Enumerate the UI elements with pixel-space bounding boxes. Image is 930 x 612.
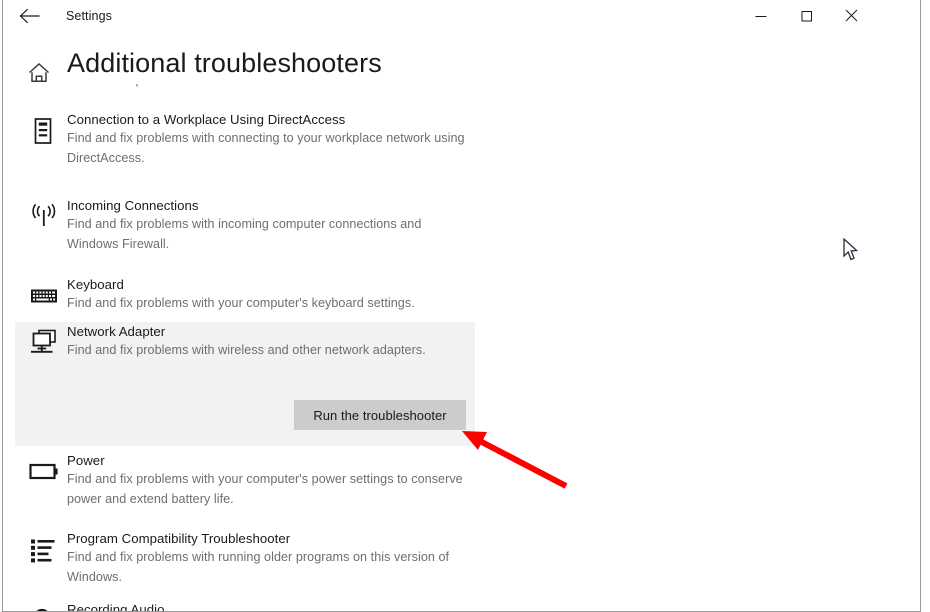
list-item[interactable]: Program Compatibility Troubleshooter Fin… xyxy=(15,529,475,595)
clipped-bluetooth-description: Find and fix problems with Bluetooth dev… xyxy=(67,84,467,91)
list-item[interactable]: Connection to a Workplace Using DirectAc… xyxy=(15,110,475,176)
settings-window: Settings Additional troubleshooters Conn… xyxy=(2,0,921,612)
app-title: Settings xyxy=(66,9,112,23)
list-item[interactable]: Power Find and fix problems with your co… xyxy=(15,451,475,517)
run-the-troubleshooter-button[interactable]: Run the troubleshooter xyxy=(294,400,466,430)
list-item-description: Find and fix problems with your computer… xyxy=(67,296,415,310)
list-item-description: Find and fix problems with connecting to… xyxy=(67,131,465,165)
list-item-description: Find and fix problems with wireless and … xyxy=(67,343,426,357)
home-icon xyxy=(28,62,50,83)
minimize-icon xyxy=(755,15,766,17)
minimize-button[interactable] xyxy=(738,0,783,31)
battery-power-icon xyxy=(27,457,61,487)
keyboard-icon xyxy=(27,281,61,311)
maximize-button[interactable] xyxy=(784,0,829,31)
list-item-clipped[interactable]: Recording Audio xyxy=(15,604,475,612)
incoming-connections-broadcast-icon xyxy=(27,202,61,232)
list-item-title: Incoming Connections xyxy=(67,198,199,213)
troubleshooter-list[interactable]: Find and fix problems with Bluetooth dev… xyxy=(3,84,920,612)
workplace-server-icon xyxy=(27,116,61,146)
list-item-title: Power xyxy=(67,453,105,468)
home-button[interactable] xyxy=(27,61,51,85)
list-item-description: Find and fix problems with incoming comp… xyxy=(67,217,422,251)
list-item[interactable]: Incoming Connections Find and fix proble… xyxy=(15,196,475,262)
list-item-title: Keyboard xyxy=(67,277,124,292)
list-item-title: Connection to a Workplace Using DirectAc… xyxy=(67,112,346,127)
list-item-title: Network Adapter xyxy=(67,324,166,339)
page-title: Additional troubleshooters xyxy=(67,48,382,78)
network-adapter-icon xyxy=(27,328,61,358)
maximize-icon xyxy=(801,10,812,21)
list-item-description: Find and fix problems with running older… xyxy=(67,550,450,584)
title-bar: Settings xyxy=(3,0,920,32)
list-item[interactable]: Keyboard Find and fix problems with your… xyxy=(15,275,475,321)
list-item-network-adapter-selected[interactable]: Network Adapter Find and fix problems wi… xyxy=(15,322,475,446)
list-item-description: Find and fix problems with your computer… xyxy=(67,472,463,506)
list-item-title: Program Compatibility Troubleshooter xyxy=(67,531,291,546)
back-button[interactable] xyxy=(11,3,49,29)
close-button[interactable] xyxy=(829,0,874,31)
recording-audio-icon xyxy=(27,606,61,611)
back-arrow-icon xyxy=(19,8,40,24)
close-icon xyxy=(845,9,858,22)
program-list-icon xyxy=(27,535,61,565)
list-item-title: Recording Audio xyxy=(67,604,165,612)
